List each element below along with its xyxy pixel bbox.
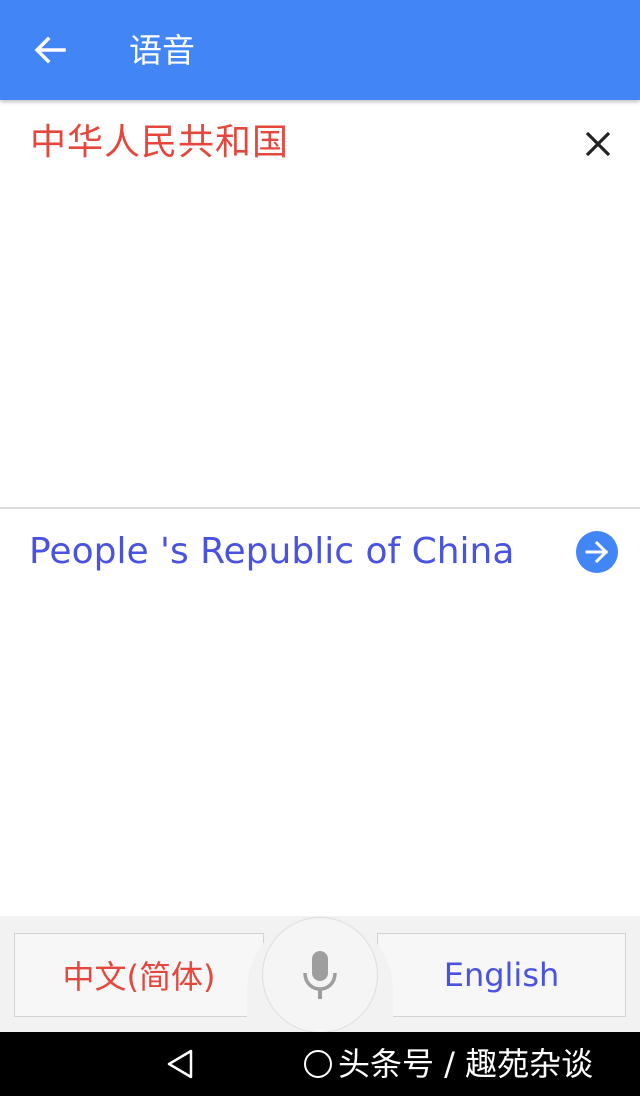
triangle-back-icon [167,1049,193,1079]
target-language-button[interactable]: English [377,933,626,1017]
system-back-button[interactable] [160,1046,200,1082]
microphone-button[interactable] [262,917,378,1033]
source-panel[interactable]: 中华人民共和国 [0,100,640,507]
app-bar: 语音 [0,0,640,100]
back-button[interactable] [22,26,78,74]
language-bar: 中文(简体) English [0,916,640,1033]
watermark-circle-icon [304,1050,332,1078]
close-icon [585,131,611,157]
system-nav-bar: 头条号 / 趣苑杂谈 [0,1032,640,1096]
source-language-button[interactable]: 中文(简体) [14,933,264,1017]
translation-text[interactable]: People 's Republic of China [29,529,514,575]
arrow-right-circle-icon [585,540,609,564]
microphone-icon [303,951,337,999]
arrow-left-icon [34,36,66,64]
page-title: 语音 [129,31,195,70]
clear-button[interactable] [572,118,624,170]
result-panel[interactable]: People 's Republic of China [0,509,640,916]
watermark-text: 头条号 / 趣苑杂谈 [338,1045,594,1083]
watermark: 头条号 / 趣苑杂谈 [304,1044,593,1084]
source-text[interactable]: 中华人民共和国 [30,120,289,166]
open-translation-button[interactable] [576,531,618,573]
